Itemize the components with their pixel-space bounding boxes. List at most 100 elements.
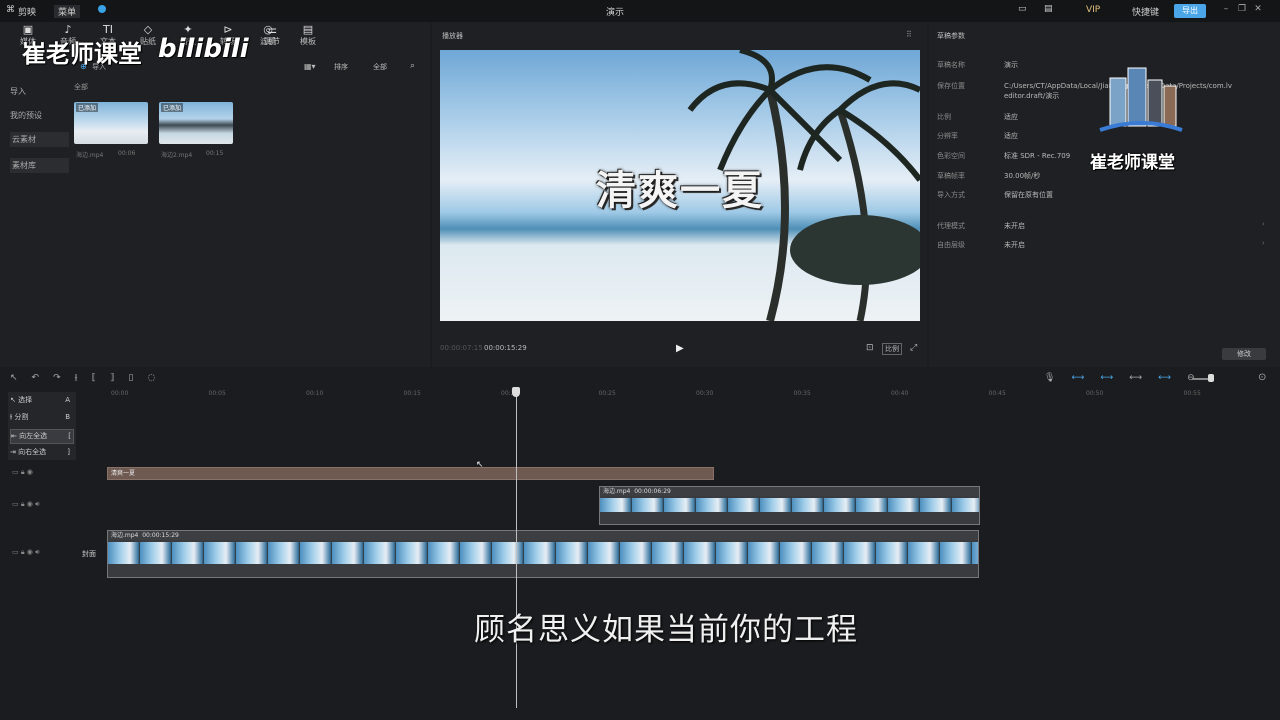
ruler-tick-label: 00:00: [111, 390, 129, 397]
eye-icon[interactable]: ◉: [27, 468, 33, 476]
play-icon[interactable]: ▶: [676, 343, 684, 354]
proxy-info-icon: ›: [1262, 220, 1265, 228]
ruler-tick-label: 00:10: [306, 390, 324, 397]
playhead-handle[interactable]: [512, 387, 520, 397]
clip-name: 海边.mp4: [603, 488, 631, 495]
clip-header: 海边.mp4 00:00:06:29: [600, 487, 979, 496]
feedback-icon[interactable]: ▭: [1018, 4, 1027, 14]
select-tool-icon[interactable]: ↖: [10, 373, 18, 383]
params-label: 草稿参数: [937, 32, 965, 40]
menu-item-split[interactable]: ⫲ 分割 B: [10, 411, 72, 424]
timeline-right-tools: 🎙 ⟷ ⟷ ⟷ ⟷ ⊖: [1044, 373, 1195, 383]
tool-adjust[interactable]: ⚌ 调节: [252, 24, 292, 47]
timeline-ruler[interactable]: 00:00 00:05 00:10 00:15 00:20 00:25 00:30 00:35…: [108, 390, 1278, 400]
redo-icon[interactable]: ↷: [53, 373, 61, 383]
shortcut-button[interactable]: 快捷键: [1132, 5, 1159, 18]
ruler-tick-label: 00:45: [988, 390, 1006, 397]
minimize-icon[interactable]: –: [1218, 4, 1234, 14]
main-video-clip[interactable]: 海边.mp4 00:00:15:29: [107, 530, 979, 578]
zoom-slider-handle[interactable]: [1208, 374, 1214, 382]
template-icon: ▤: [302, 23, 314, 36]
playhead[interactable]: [516, 390, 517, 708]
layout-icon[interactable]: ▤: [1044, 4, 1053, 14]
ratio-button[interactable]: 比例: [882, 343, 902, 355]
menu-item-select-right[interactable]: ⇥ 向右全选]: [10, 446, 72, 459]
text-track-controls: ▭ 🔒︎ ◉: [12, 468, 33, 477]
text-clip-label: 清爽一夏: [111, 470, 136, 477]
select-right-icon: ⇥: [10, 448, 19, 456]
restore-icon[interactable]: ❐: [1234, 4, 1250, 14]
eye-icon[interactable]: ◉: [27, 500, 35, 508]
ruler-tick-label: 00:25: [598, 390, 616, 397]
overlay-track-controls: ▭ 🔒︎ ◉ 🔊︎: [12, 500, 40, 509]
param-label: 比例: [937, 113, 951, 121]
param-label: 分辨率: [937, 132, 958, 140]
track-type-icon: ▭: [12, 468, 21, 476]
search-icon[interactable]: ⌕: [410, 61, 415, 71]
param-label: 草稿名称: [937, 61, 965, 69]
video-subtitle: 顾名思义如果当前你的工程: [474, 612, 858, 648]
watermark-logo-icon: [1098, 66, 1184, 136]
video-preview[interactable]: 清爽一夏: [440, 50, 920, 321]
overlay-video-clip[interactable]: 海边.mp4 00:00:06:29: [599, 486, 980, 525]
preview-axis-icon[interactable]: ⟷: [1158, 373, 1171, 383]
app-logo-icon: ⌘: [6, 5, 15, 15]
sidebar-item-presets[interactable]: 我的预设: [10, 110, 65, 121]
trim-right-icon[interactable]: ⟧: [110, 373, 114, 383]
app-name: 剪映: [18, 8, 37, 18]
menu-button[interactable]: 菜单: [54, 5, 81, 18]
sidebar-item-import[interactable]: 导入: [10, 86, 65, 97]
media-thumb[interactable]: 已添加: [74, 102, 148, 144]
menu-item-select[interactable]: ↖ 选择 A: [10, 394, 72, 407]
select-left-icon: ⇤: [11, 432, 20, 440]
thumb-name: 海边.mp4: [76, 152, 104, 159]
param-value: 标准 SDR - Rec.709: [1004, 152, 1071, 160]
sort-button[interactable]: 排序: [334, 62, 348, 72]
split-icon[interactable]: ⫲: [75, 373, 78, 383]
zoom-fit-icon[interactable]: ⊙: [1258, 372, 1266, 383]
snap-icon[interactable]: ⟷: [1129, 373, 1142, 383]
player-label: 播放器: [442, 32, 463, 40]
sidebar-item-library[interactable]: 素材库: [10, 158, 69, 173]
audio-icon[interactable]: 🔊︎: [35, 548, 39, 556]
preview-title-text: 清爽一夏: [596, 168, 764, 214]
clip-duration: 00:00:06:29: [634, 488, 671, 495]
link-icon[interactable]: ⟷: [1100, 373, 1113, 383]
filter-all-button[interactable]: 全部: [373, 62, 387, 72]
export-button[interactable]: 导出: [1174, 4, 1206, 18]
param-value: 30.00帧/秒: [1004, 172, 1041, 180]
cursor-icon: ↖: [10, 396, 19, 404]
media-thumb[interactable]: 已添加: [159, 102, 233, 144]
param-value: 演示: [1004, 61, 1018, 69]
watermark-text-right: 崔老师课堂: [1090, 153, 1175, 173]
sidebar-item-cloud[interactable]: 云素材: [10, 132, 69, 147]
adjust-icon: ⚌: [267, 23, 277, 36]
media-panel: [0, 22, 430, 367]
edit-params-button[interactable]: 修改: [1222, 348, 1266, 360]
clip-name: 海边.mp4: [111, 532, 139, 539]
import-button[interactable]: 导入: [92, 62, 106, 72]
marker-icon[interactable]: ◌: [147, 373, 155, 383]
eye-icon[interactable]: ◉: [27, 548, 35, 556]
menu-item-select-left[interactable]: ⇤ 向左全选[: [10, 429, 74, 444]
param-label: 代理模式: [937, 222, 965, 230]
timeline-toolbar: ↖ ↶ ↷ ⫲ ⟦ ⟧ ▯ ◌: [10, 373, 155, 383]
vip-badge[interactable]: VIP: [1086, 5, 1100, 15]
param-label: 导入方式: [937, 191, 965, 199]
undo-icon[interactable]: ↶: [32, 373, 40, 383]
crop-icon[interactable]: ⊡: [866, 343, 874, 353]
audio-icon[interactable]: 🔊︎: [35, 500, 39, 508]
close-icon[interactable]: ✕: [1250, 4, 1266, 14]
view-toggle-icon[interactable]: ▦▾: [304, 62, 316, 71]
text-clip[interactable]: 清爽一夏: [107, 467, 714, 480]
delete-icon[interactable]: ▯: [129, 373, 134, 383]
player-menu-icon[interactable]: ⠿: [906, 30, 912, 39]
fullscreen-icon[interactable]: ⤢: [910, 343, 917, 353]
trim-left-icon[interactable]: ⟦: [92, 373, 96, 383]
cover-button[interactable]: 封面: [82, 549, 96, 559]
clip-frames: [600, 498, 979, 512]
magnet-icon[interactable]: ⟷: [1071, 373, 1084, 383]
param-value: 保留在原有位置: [1004, 191, 1053, 199]
tool-template[interactable]: ▤ 模板: [288, 24, 328, 47]
microphone-icon[interactable]: 🎙: [1044, 373, 1055, 383]
